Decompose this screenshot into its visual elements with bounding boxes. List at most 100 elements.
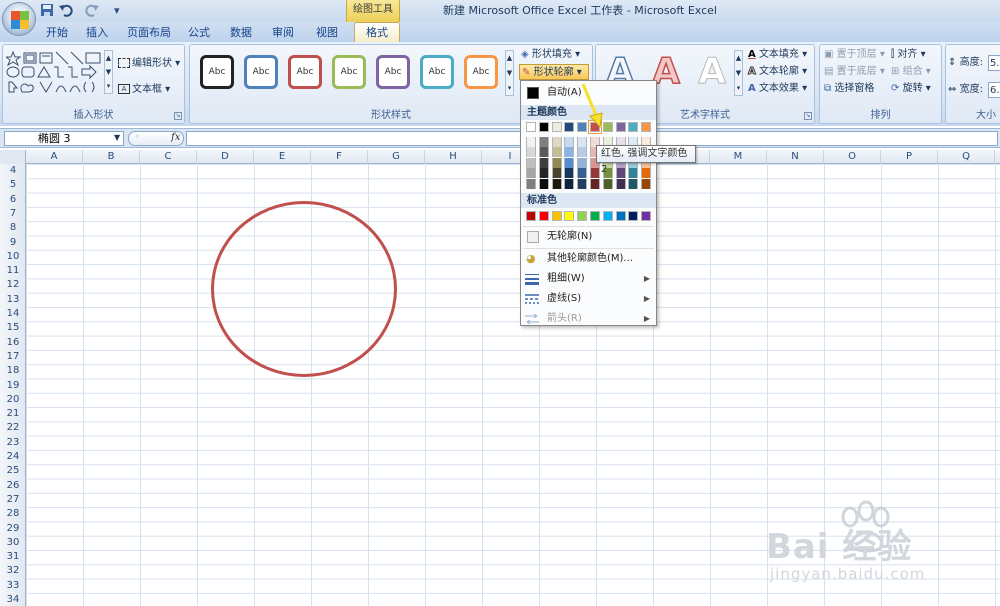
style-swatch-aqua[interactable]: Abc xyxy=(420,55,454,89)
row-header-34[interactable]: 34 xyxy=(0,593,26,606)
insert-shapes-launcher-icon[interactable]: ↘ xyxy=(174,112,182,120)
bring-to-front-button[interactable]: ▣ 置于顶层 ▾ xyxy=(824,47,885,63)
theme-color-swatch[interactable] xyxy=(615,122,626,132)
standard-color-swatch[interactable] xyxy=(526,211,536,221)
row-header-8[interactable]: 8 xyxy=(0,221,26,235)
standard-color-swatch[interactable] xyxy=(628,211,639,221)
theme-shade-swatch[interactable] xyxy=(590,168,600,179)
theme-shade-swatch[interactable] xyxy=(577,157,588,168)
text-effects-button[interactable]: A 文本效果 ▾ xyxy=(748,81,807,97)
theme-shade-swatch[interactable] xyxy=(564,137,575,147)
oval-shape[interactable] xyxy=(211,201,397,377)
shape-outline-button[interactable]: ✎ 形状轮廓 ▾ xyxy=(519,64,589,80)
menu-item-more-colors[interactable]: ◕ 其他轮廓颜色(M)... xyxy=(521,249,656,269)
insert-function-icon[interactable]: fx xyxy=(171,132,180,143)
row-header-22[interactable]: 22 xyxy=(0,421,26,435)
theme-shade-swatch[interactable] xyxy=(564,147,575,158)
row-header-19[interactable]: 19 xyxy=(0,379,26,393)
row-header-11[interactable]: 11 xyxy=(0,264,26,278)
theme-shade-swatch[interactable] xyxy=(526,168,536,179)
edit-shape-button[interactable]: 编辑形状 ▾ xyxy=(118,56,180,72)
theme-shade-swatch[interactable] xyxy=(538,178,549,189)
standard-color-swatch[interactable] xyxy=(590,211,600,221)
column-header-f[interactable]: F xyxy=(311,150,368,164)
theme-shade-swatch[interactable] xyxy=(577,168,588,179)
column-header-d[interactable]: D xyxy=(197,150,254,164)
tab-home[interactable]: 开始 xyxy=(40,24,74,42)
standard-color-swatch[interactable] xyxy=(538,211,549,221)
row-header-26[interactable]: 26 xyxy=(0,479,26,493)
column-header-o[interactable]: O xyxy=(824,150,881,164)
row-header-15[interactable]: 15 xyxy=(0,321,26,335)
theme-shade-swatch[interactable] xyxy=(602,178,613,189)
row-header-12[interactable]: 12 xyxy=(0,278,26,292)
theme-shade-swatch[interactable] xyxy=(577,137,588,147)
theme-color-swatch[interactable] xyxy=(526,122,536,132)
row-header-31[interactable]: 31 xyxy=(0,550,26,564)
formula-expand-icon[interactable]: ◦ xyxy=(135,132,140,141)
theme-shade-swatch[interactable] xyxy=(551,137,562,147)
theme-shade-swatch[interactable] xyxy=(641,178,652,189)
style-swatch-green[interactable]: Abc xyxy=(332,55,366,89)
standard-color-swatch[interactable] xyxy=(577,211,588,221)
standard-color-swatch[interactable] xyxy=(641,211,652,221)
standard-color-swatch[interactable] xyxy=(602,211,613,221)
row-header-20[interactable]: 20 xyxy=(0,393,26,407)
theme-shade-swatch[interactable] xyxy=(526,178,536,189)
theme-shade-swatch[interactable] xyxy=(526,137,536,147)
standard-color-swatch[interactable] xyxy=(564,211,575,221)
row-header-32[interactable]: 32 xyxy=(0,564,26,578)
wordart-sample-white-icon[interactable]: A xyxy=(692,51,732,92)
row-header-9[interactable]: 9 xyxy=(0,236,26,250)
row-header-13[interactable]: 13 xyxy=(0,293,26,307)
standard-color-swatch[interactable] xyxy=(615,211,626,221)
text-outline-button[interactable]: A 文本轮廓 ▾ xyxy=(748,64,808,80)
column-header-q[interactable]: Q xyxy=(938,150,995,164)
theme-color-swatch[interactable] xyxy=(641,122,652,132)
redo-icon[interactable] xyxy=(84,3,100,19)
style-gallery-scroll[interactable]: ▲ ▼ ▾ xyxy=(505,50,514,96)
text-fill-button[interactable]: A 文本填充 ▾ xyxy=(748,47,807,63)
theme-shade-swatch[interactable] xyxy=(564,168,575,179)
name-box[interactable]: 椭圆 3 xyxy=(4,131,124,146)
theme-shade-swatch[interactable] xyxy=(628,178,639,189)
row-header-14[interactable]: 14 xyxy=(0,307,26,321)
selection-pane-button[interactable]: ⧉ 选择窗格 xyxy=(824,81,874,97)
column-header-b[interactable]: B xyxy=(83,150,140,164)
column-header-e[interactable]: E xyxy=(254,150,311,164)
tab-formulas[interactable]: 公式 xyxy=(184,24,214,42)
save-icon[interactable] xyxy=(40,3,54,19)
column-header-h[interactable]: H xyxy=(425,150,482,164)
row-header-25[interactable]: 25 xyxy=(0,464,26,478)
theme-color-swatch[interactable] xyxy=(628,122,639,132)
theme-shade-swatch[interactable] xyxy=(538,137,549,147)
standard-color-swatch[interactable] xyxy=(551,211,562,221)
theme-shade-swatch[interactable] xyxy=(551,157,562,168)
menu-item-no-outline[interactable]: 无轮廓(N) xyxy=(521,227,656,247)
tab-format[interactable]: 格式 xyxy=(354,22,400,43)
shape-fill-button[interactable]: ◈ 形状填充 ▾ xyxy=(521,47,580,63)
column-header-a[interactable]: A xyxy=(26,150,83,164)
row-header-28[interactable]: 28 xyxy=(0,507,26,521)
theme-color-swatch[interactable] xyxy=(602,122,613,132)
undo-icon[interactable] xyxy=(58,3,74,19)
column-header-g[interactable]: G xyxy=(368,150,425,164)
theme-color-swatch[interactable] xyxy=(551,122,562,132)
theme-color-swatch[interactable] xyxy=(564,122,575,132)
row-header-27[interactable]: 27 xyxy=(0,493,26,507)
rotate-button[interactable]: ⟳ 旋转 ▾ xyxy=(891,81,931,97)
row-header-10[interactable]: 10 xyxy=(0,250,26,264)
shape-gallery[interactable] xyxy=(4,48,106,98)
text-box-button[interactable]: A 文本框 ▾ xyxy=(118,82,170,98)
row-header-6[interactable]: 6 xyxy=(0,193,26,207)
row-header-17[interactable]: 17 xyxy=(0,350,26,364)
wordart-launcher-icon[interactable]: ↘ xyxy=(804,112,812,120)
column-header-c[interactable]: C xyxy=(140,150,197,164)
qat-customize-icon[interactable]: ▾ xyxy=(114,3,120,19)
align-button[interactable]: ⫿ 对齐 ▾ xyxy=(891,47,926,63)
theme-shade-swatch[interactable] xyxy=(615,168,626,179)
column-header-m[interactable]: M xyxy=(710,150,767,164)
select-all-corner[interactable] xyxy=(0,150,26,164)
theme-shade-swatch[interactable] xyxy=(526,157,536,168)
theme-shade-swatch[interactable] xyxy=(628,168,639,179)
